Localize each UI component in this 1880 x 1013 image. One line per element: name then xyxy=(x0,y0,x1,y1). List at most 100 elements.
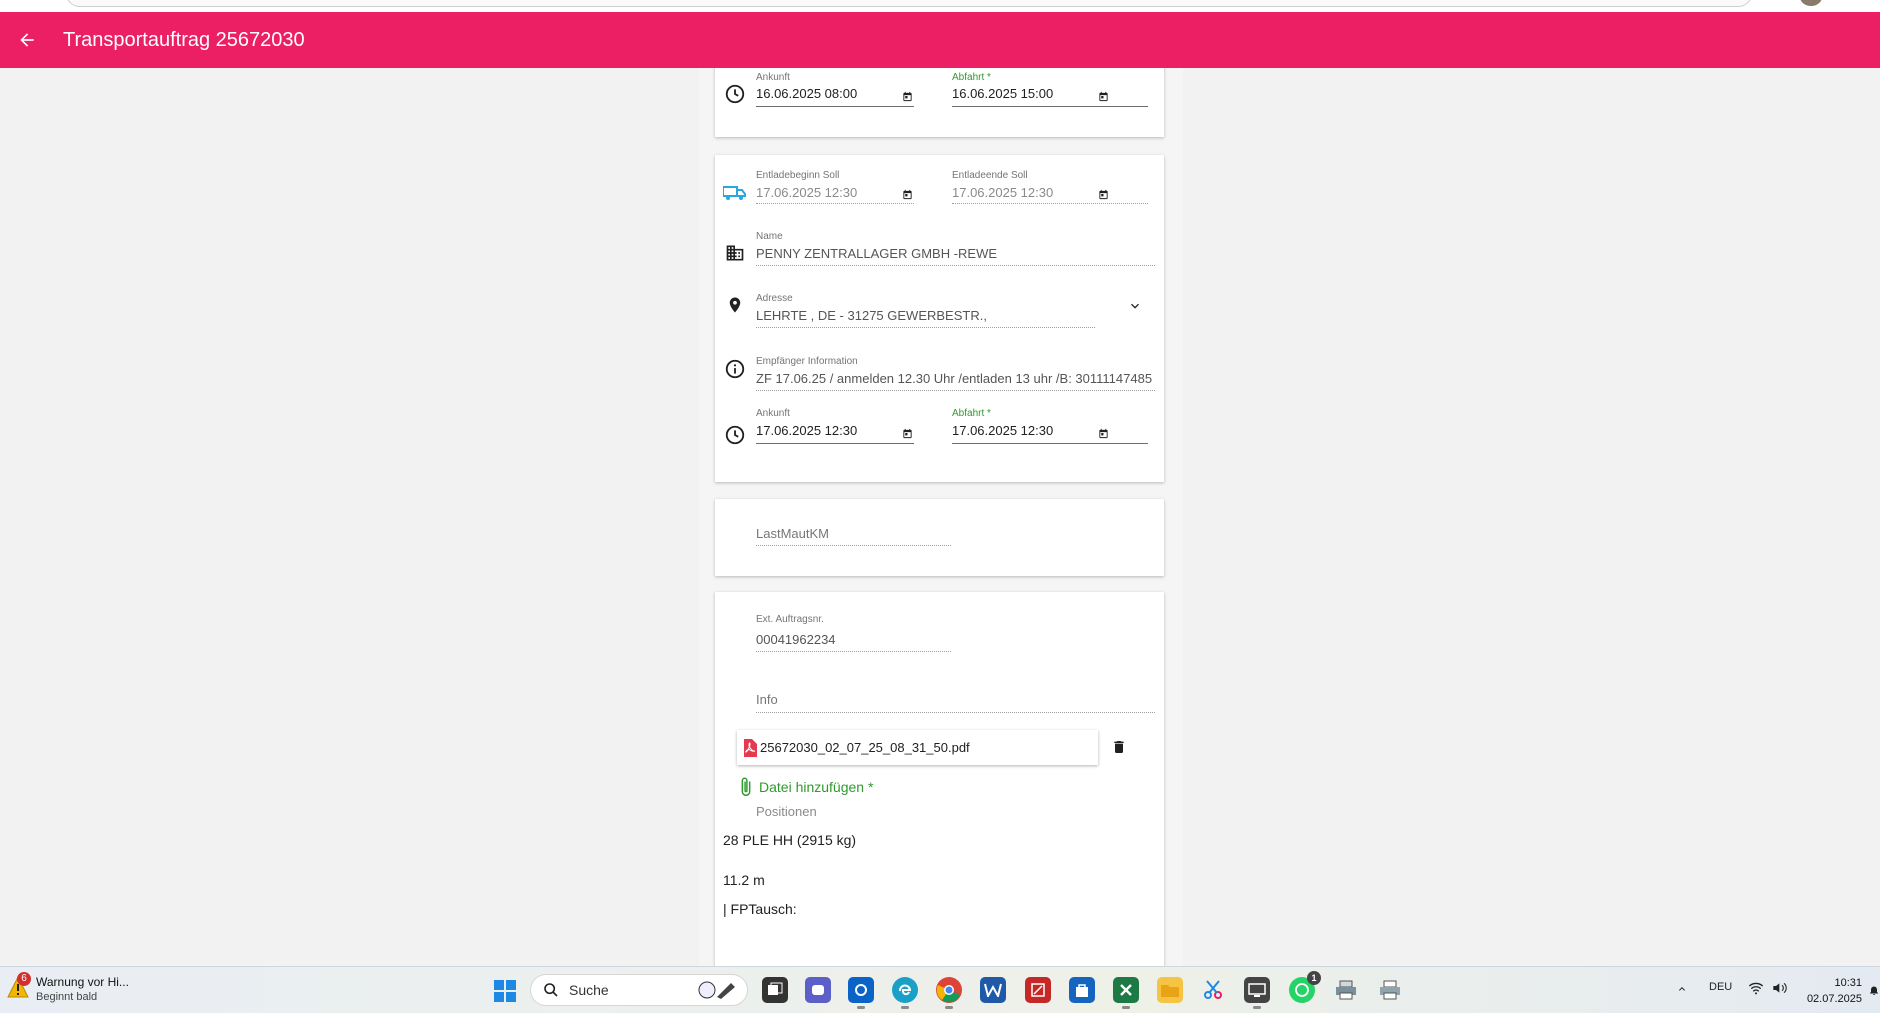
chevron-down-icon[interactable] xyxy=(1126,297,1144,315)
whatsapp-icon xyxy=(1295,983,1309,997)
taskbar-app-chrome[interactable] xyxy=(936,977,962,1009)
calendar-icon[interactable] xyxy=(1097,90,1109,102)
taskbar-app-word[interactable] xyxy=(980,977,1006,1003)
excel-icon xyxy=(1120,984,1132,996)
taskbar-app-excel[interactable] xyxy=(1113,977,1139,1009)
positionen-label: Positionen xyxy=(756,804,817,819)
truck-icon xyxy=(723,181,747,205)
back-button[interactable] xyxy=(0,12,54,68)
notification-title: Warnung vor Hi... xyxy=(36,975,129,989)
delete-button[interactable] xyxy=(1108,736,1130,758)
name-underline xyxy=(756,265,1155,266)
printer-icon xyxy=(1336,980,1356,1000)
taskbar-app-remote[interactable] xyxy=(1244,977,1270,1009)
calendar-icon[interactable] xyxy=(901,90,913,102)
taskbar-app-pdf[interactable] xyxy=(1025,977,1051,1003)
app-bar: Transportauftrag 25672030 xyxy=(0,12,1880,68)
maut-card: LastMautKM xyxy=(715,499,1164,576)
calendar-icon[interactable] xyxy=(1097,427,1109,439)
windows-start-button[interactable] xyxy=(493,979,517,1003)
browser-profile-avatar[interactable] xyxy=(1800,0,1822,6)
entladeende-input: 17.06.2025 12:30 xyxy=(952,185,1054,200)
lastmautkm-input[interactable]: LastMautKM xyxy=(756,526,829,541)
ext-auftragsnr-input: 00041962234 xyxy=(756,632,836,647)
ankunft-input[interactable]: 17.06.2025 12:30 xyxy=(756,423,896,438)
taskbar-app-taskview[interactable] xyxy=(762,977,788,1003)
printer-icon xyxy=(1380,980,1400,1000)
position-weight: 28 PLE HH (2915 kg) xyxy=(723,832,857,848)
loading-times-card: Ankunft 16.06.2025 08:00 Abfahrt * 16.06… xyxy=(715,68,1164,137)
pdf-app-icon xyxy=(1031,983,1045,997)
order-card: Ext. Auftragsnr. 00041962234 Info 256720… xyxy=(715,592,1164,966)
adresse-input: LEHRTE , DE - 31275 GEWERBESTR., xyxy=(756,308,987,323)
ankunft-label: Ankunft xyxy=(756,408,790,419)
windows-logo-icon xyxy=(494,980,516,1002)
taskbar-notification[interactable]: 6 Warnung vor Hi... Beginnt bald xyxy=(6,972,129,1005)
notification-subtitle: Beginnt bald xyxy=(36,991,98,1003)
notification-count-badge: 6 xyxy=(17,972,31,986)
taskbar-app-explorer[interactable] xyxy=(1157,977,1183,1003)
taskbar-app-whatsapp[interactable]: 1 xyxy=(1289,971,1321,1003)
taskbar-app-printer2[interactable] xyxy=(1377,977,1403,1003)
ext-auftragsnr-underline xyxy=(756,651,951,652)
remote-desktop-icon xyxy=(1248,983,1266,997)
taskbar-app-teams[interactable] xyxy=(805,977,831,1003)
pdf-icon xyxy=(744,738,757,757)
ankunft-underline xyxy=(756,106,914,107)
notification-bell-icon[interactable] xyxy=(1868,983,1880,997)
entladeende-label: Entladeende Soll xyxy=(952,170,1028,181)
info-underline xyxy=(756,712,1155,713)
taskbar-app-printer1[interactable] xyxy=(1333,977,1359,1003)
browser-chrome xyxy=(0,0,1880,12)
name-label: Name xyxy=(756,231,783,242)
ankunft-label: Ankunft xyxy=(756,72,790,83)
page-title: Transportauftrag 25672030 xyxy=(63,28,305,51)
abfahrt-input[interactable]: 17.06.2025 12:30 xyxy=(952,423,1092,438)
taskbar-clock[interactable]: 10:31 02.07.2025 xyxy=(1802,975,1862,1007)
chevron-up-icon[interactable] xyxy=(1676,983,1688,995)
edge-icon xyxy=(899,984,912,996)
empfaenger-info-label: Empfänger Information xyxy=(756,356,858,367)
wifi-icon[interactable] xyxy=(1748,981,1764,995)
ext-auftragsnr-label: Ext. Auftragsnr. xyxy=(756,614,824,625)
calendar-icon[interactable] xyxy=(901,188,913,200)
clock-icon xyxy=(723,82,747,106)
calendar-icon[interactable] xyxy=(901,427,913,439)
paperclip-icon xyxy=(741,777,751,796)
windows-taskbar: 6 Warnung vor Hi... Beginnt bald Suche 1… xyxy=(0,966,1880,1013)
building-icon xyxy=(723,241,747,265)
empfaenger-info-underline xyxy=(756,390,1155,391)
clock-date: 02.07.2025 xyxy=(1806,993,1862,1005)
taskbar-app-store[interactable] xyxy=(1069,977,1095,1003)
info-input[interactable]: Info xyxy=(756,692,778,707)
name-input: PENNY ZENTRALLAGER GMBH -REWE xyxy=(756,246,998,261)
taskbar-search[interactable]: Suche xyxy=(530,974,748,1006)
taskbar-app-edge[interactable] xyxy=(892,977,918,1009)
ankunft-underline xyxy=(756,443,914,444)
clock-icon xyxy=(723,423,747,447)
file-name: 25672030_02_07_25_08_31_50.pdf xyxy=(760,740,970,755)
entladebeginn-label: Entladebeginn Soll xyxy=(756,170,840,181)
search-label: Suche xyxy=(569,982,609,998)
abfahrt-underline xyxy=(952,443,1148,444)
info-icon xyxy=(723,357,747,381)
file-chip[interactable]: 25672030_02_07_25_08_31_50.pdf xyxy=(737,730,1098,765)
chrome-icon xyxy=(936,978,961,1003)
abfahrt-input[interactable]: 16.06.2025 15:00 xyxy=(952,86,1092,101)
browser-address-bar[interactable] xyxy=(66,0,1752,7)
taskbar-app-outlook[interactable] xyxy=(848,977,874,1009)
lastmautkm-underline xyxy=(756,545,951,546)
add-file-label: Datei hinzufügen * xyxy=(759,779,874,795)
ankunft-input[interactable]: 16.06.2025 08:00 xyxy=(756,86,896,101)
language-indicator[interactable]: DEU xyxy=(1709,981,1732,993)
calendar-icon[interactable] xyxy=(1097,188,1109,200)
position-length: 11.2 m xyxy=(723,872,765,888)
trash-icon xyxy=(1114,741,1124,753)
search-icon xyxy=(544,983,558,997)
volume-icon[interactable] xyxy=(1772,981,1788,995)
store-icon xyxy=(1076,984,1088,997)
add-file-button[interactable]: Datei hinzufügen * xyxy=(739,776,873,798)
abfahrt-label: Abfahrt * xyxy=(952,72,991,83)
taskbar-app-snipping[interactable] xyxy=(1200,977,1226,1003)
teams-icon xyxy=(812,985,824,995)
